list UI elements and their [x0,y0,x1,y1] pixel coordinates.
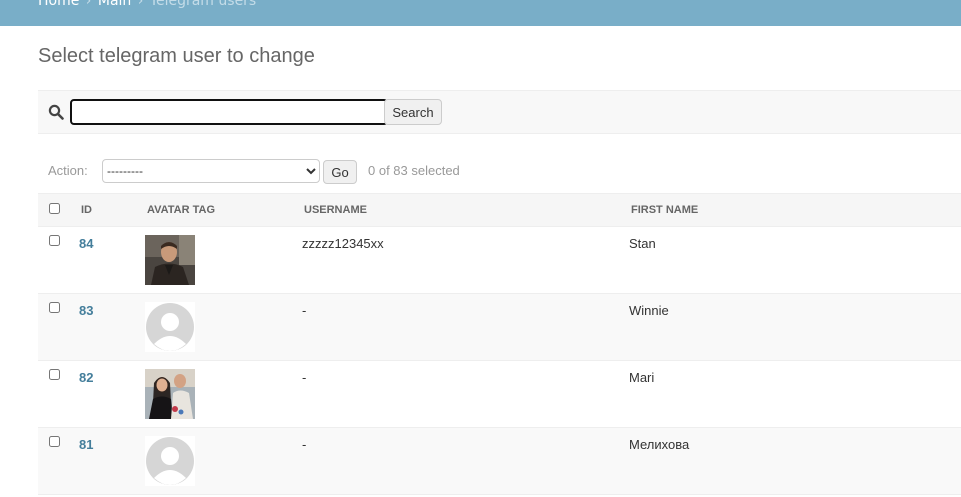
row-checkbox[interactable] [49,436,60,447]
search-toolbar: Search [38,90,961,134]
row-username: - [302,370,307,385]
table-row: 82 - Mari [38,361,961,428]
table-row: 81 - Мелихова [38,428,961,495]
row-username: - [302,437,307,452]
search-button[interactable]: Search [384,99,442,125]
table-row: 84 zzzzz12345xx Stan [38,227,961,294]
breadcrumb: Home › Main › Telegram users [0,0,961,26]
selection-counter: 0 of 83 selected [368,163,460,178]
avatar [145,235,195,285]
row-id-link[interactable]: 82 [79,370,93,385]
column-header-avatar-tag[interactable]: AVATAR TAG [147,204,215,216]
default-avatar-icon [145,436,195,486]
row-first-name: Мелихова [629,437,690,452]
search-input[interactable] [70,99,388,125]
breadcrumb-app-link[interactable]: Main [98,0,131,9]
row-username: - [302,303,307,318]
avatar [145,369,195,419]
row-id-link[interactable]: 84 [79,236,93,251]
go-button[interactable]: Go [323,160,357,184]
action-label: Action: [48,163,88,178]
breadcrumb-separator: › [137,0,144,9]
breadcrumb-separator: › [85,0,92,9]
row-first-name: Winnie [629,303,669,318]
search-icon [48,104,64,120]
action-select[interactable]: --------- [102,159,320,183]
results-table-header: ID AVATAR TAG USERNAME FIRST NAME [38,193,961,227]
row-first-name: Stan [629,236,656,251]
column-header-first-name[interactable]: FIRST NAME [631,204,698,216]
row-checkbox[interactable] [49,302,60,313]
row-username: zzzzz12345xx [302,236,384,251]
column-header-id[interactable]: ID [81,204,92,216]
actions-bar: Action: --------- Go 0 of 83 selected [38,158,961,186]
row-checkbox[interactable] [49,235,60,246]
row-id-link[interactable]: 81 [79,437,93,452]
row-first-name: Mari [629,370,655,385]
select-all-checkbox[interactable] [49,203,60,214]
default-avatar-icon [145,302,195,352]
row-checkbox[interactable] [49,369,60,380]
page-title: Select telegram user to change [38,45,315,67]
breadcrumb-current: Telegram users [149,0,257,9]
table-row: 83 - Winnie [38,294,961,361]
column-header-username[interactable]: USERNAME [304,204,367,216]
row-id-link[interactable]: 83 [79,303,93,318]
breadcrumb-home-link[interactable]: Home [38,0,79,9]
